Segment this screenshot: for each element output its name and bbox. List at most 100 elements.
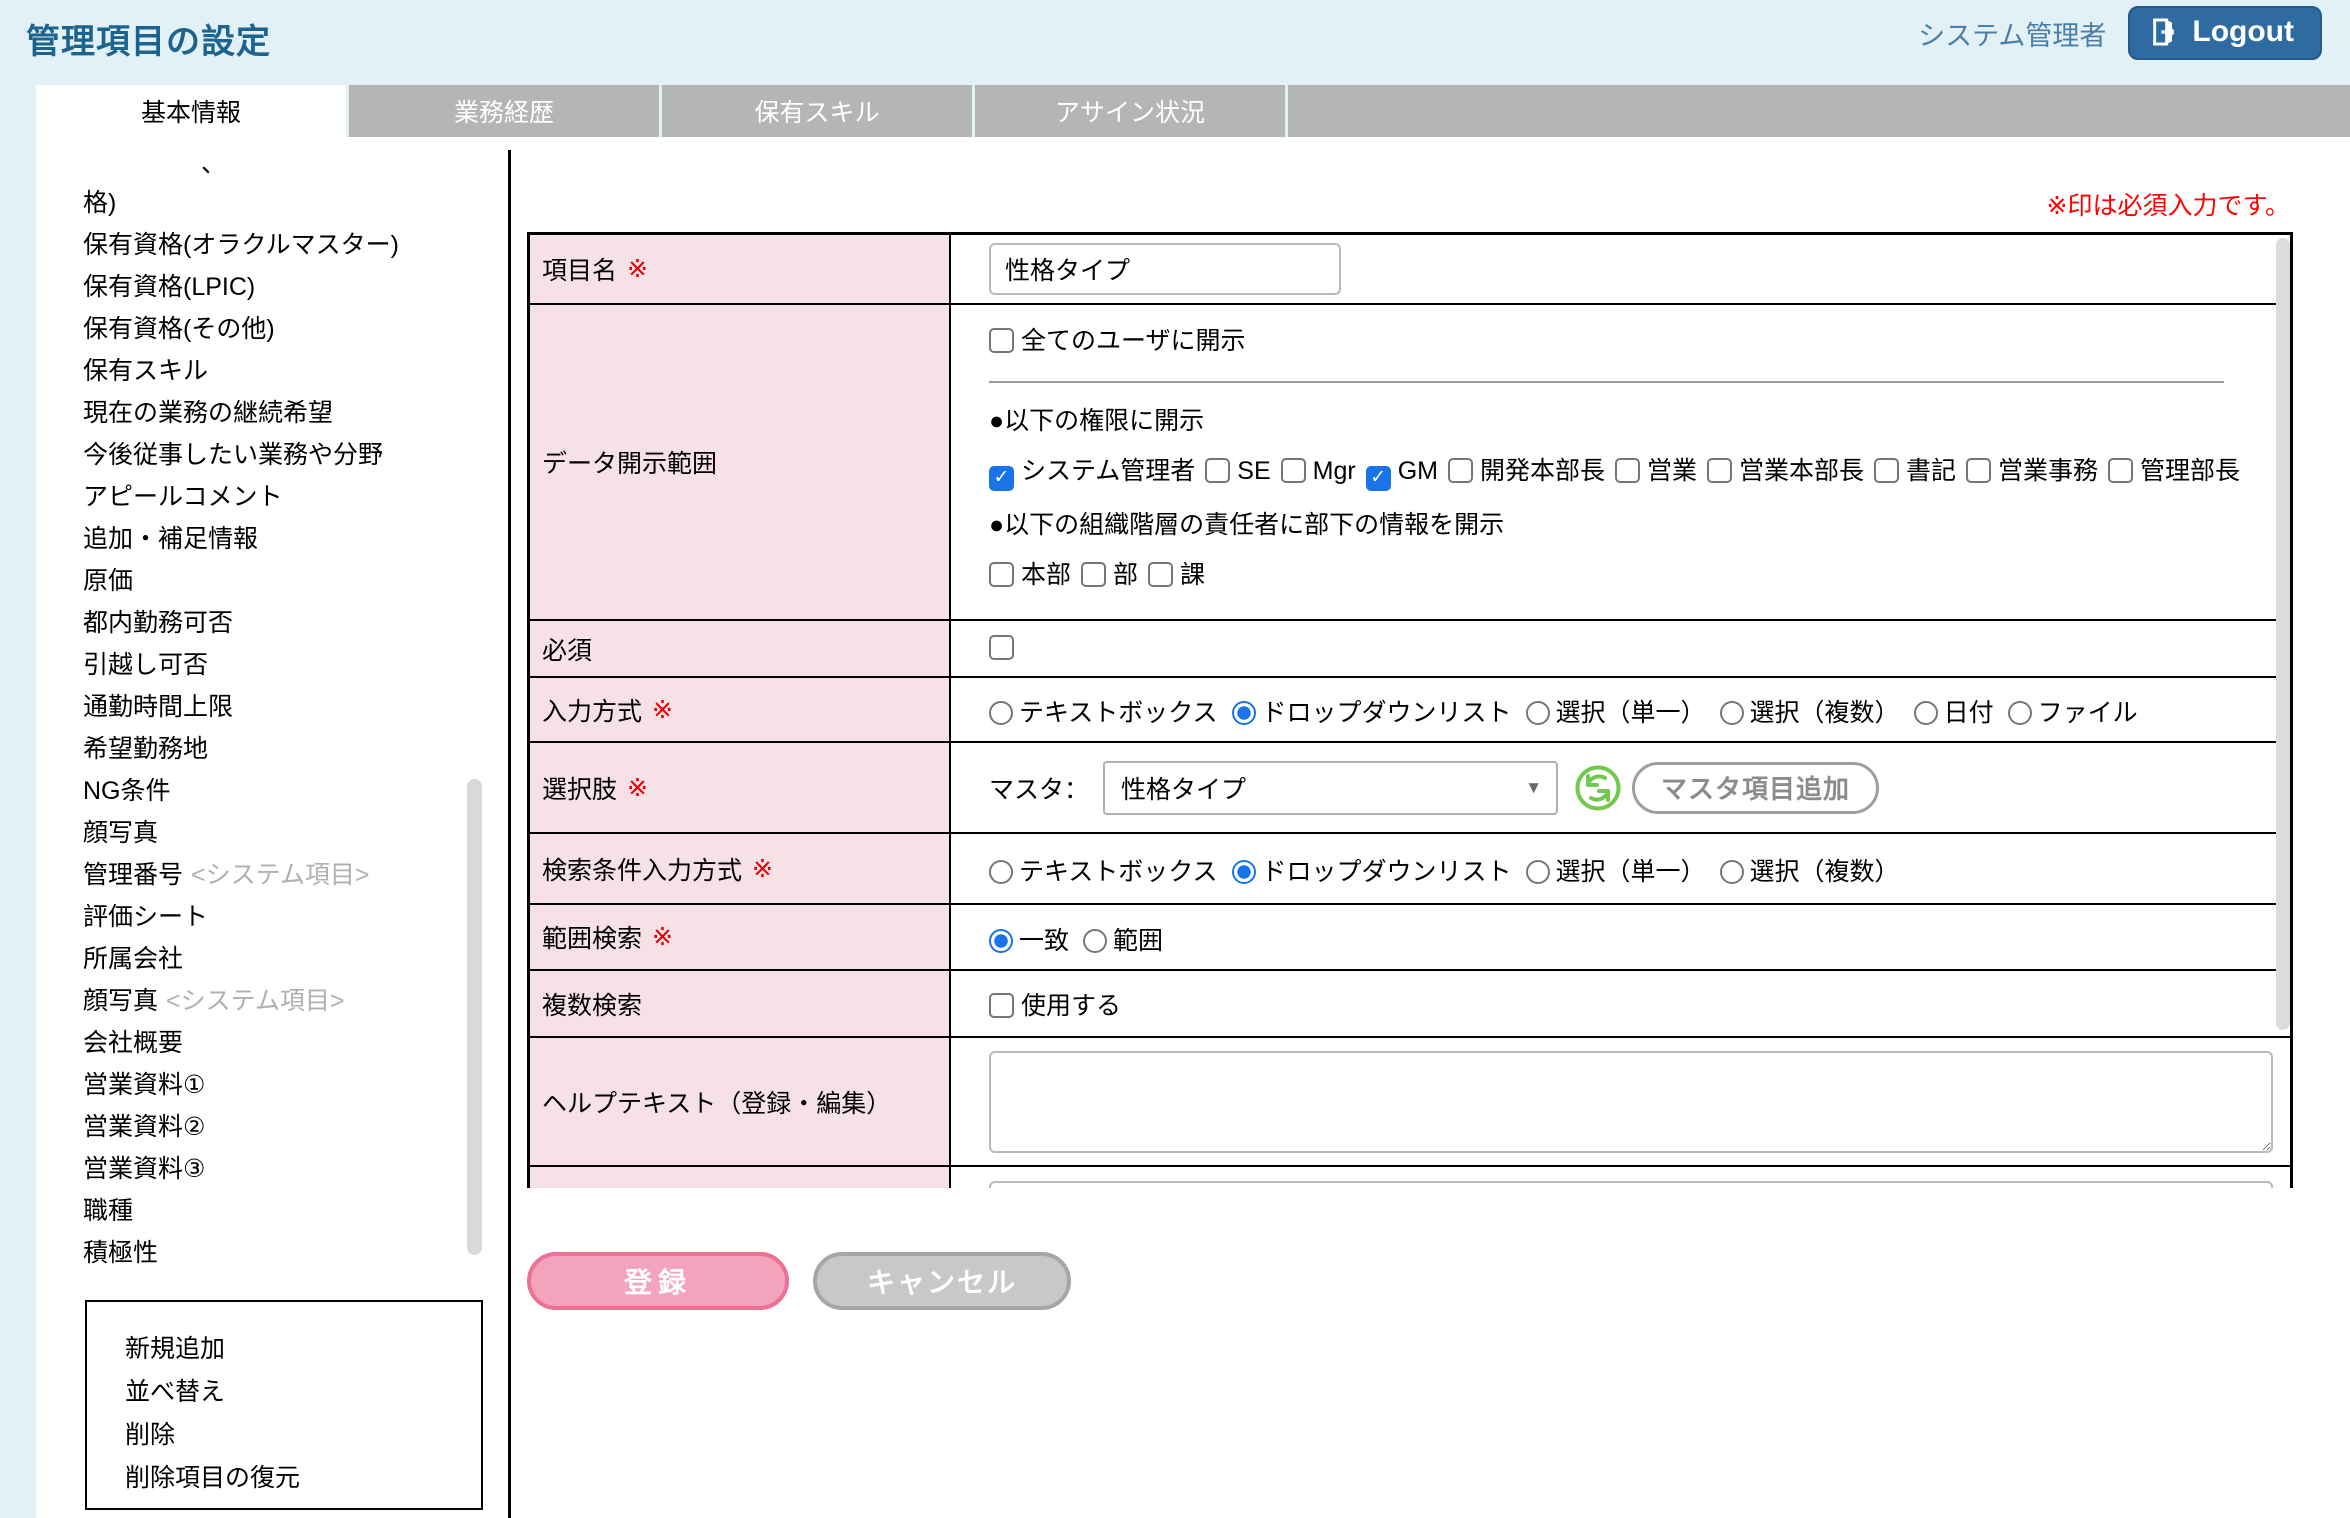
sidebar-item-system-note: <システム項目> [166, 987, 344, 1015]
master-add-button[interactable]: マスタ項目追加 [1632, 762, 1879, 814]
sidebar-item[interactable]: 格) [83, 182, 483, 224]
form-scrollbar-thumb[interactable] [2276, 238, 2290, 1030]
action-link[interactable]: 並べ替え [125, 1371, 481, 1414]
checkbox-label: 営業本部長 [1739, 457, 1864, 485]
item-name-input[interactable] [989, 243, 1341, 295]
sidebar-item[interactable]: 都内勤務可否 [83, 602, 483, 644]
sidebar-item[interactable]: 積極性 [83, 1232, 483, 1274]
sidebar-item[interactable]: 保有資格(オラクルマスター) [83, 224, 483, 266]
radio-option[interactable]: ドロップダウンリスト [1232, 858, 1526, 886]
radio-option[interactable]: ドロップダウンリスト [1232, 699, 1526, 727]
sidebar-item[interactable]: 保有資格(その他) [83, 308, 483, 350]
checkbox-label: 課 [1180, 561, 1205, 589]
radio-icon [1526, 860, 1550, 884]
sidebar-item[interactable]: 顔写真<システム項目> [83, 980, 483, 1022]
checkbox-label: 営業事務 [1998, 457, 2098, 485]
tab-業務経歴[interactable]: 業務経歴 [349, 85, 659, 137]
sidebar-item[interactable]: アピールコメント [83, 476, 483, 518]
sidebar-item[interactable]: 職種 [83, 1190, 483, 1232]
radio-icon [989, 929, 1013, 953]
radio-option[interactable]: 一致 [989, 927, 1083, 955]
checkbox-label: 本部 [1021, 561, 1071, 589]
sidebar-scrollbar-thumb[interactable] [467, 779, 482, 1255]
tab-アサイン状況[interactable]: アサイン状況 [975, 85, 1285, 137]
checkbox-option[interactable]: 営業事務 [1966, 457, 2108, 485]
sidebar-item[interactable]: 引越し可否 [83, 644, 483, 686]
refresh-icon[interactable] [1574, 764, 1622, 812]
checkbox-option[interactable]: ✓システム管理者 [989, 457, 1205, 485]
checkbox-option[interactable]: 管理部長 [2108, 457, 2250, 485]
action-link[interactable]: 削除項目の復元 [125, 1457, 481, 1500]
checkbox-icon [1448, 458, 1473, 483]
radio-option[interactable]: 選択（単一） [1526, 858, 1720, 886]
checkbox-icon [1148, 562, 1173, 587]
radio-option[interactable]: 選択（単一） [1526, 699, 1720, 727]
radio-icon [1914, 701, 1938, 725]
clipped-textarea[interactable] [989, 1181, 2273, 1188]
tab-保有スキル[interactable]: 保有スキル [662, 85, 972, 137]
help-text-textarea[interactable] [989, 1051, 2273, 1153]
multi-search-checkbox[interactable]: 使用する [989, 986, 1131, 1022]
checkbox-option[interactable]: 部 [1081, 561, 1148, 589]
action-link[interactable]: 新規追加 [125, 1328, 481, 1371]
radio-option[interactable]: ファイル [2008, 699, 2152, 727]
input-method-radio-group: テキストボックスドロップダウンリスト 選択（単一） 選択（複数）日付ファイル [951, 678, 2290, 741]
sidebar-item[interactable]: 所属会社 [83, 938, 483, 980]
radio-option[interactable]: テキストボックス [989, 858, 1232, 886]
checkbox-option[interactable]: 開発本部長 [1448, 457, 1615, 485]
row-required: 必須 [530, 619, 2290, 676]
sidebar-item[interactable]: 希望勤務地 [83, 728, 483, 770]
range-search-radio-group: 一致範囲 [951, 905, 2290, 969]
radio-option[interactable]: 日付 [1914, 699, 2008, 727]
sidebar-item[interactable]: 保有スキル [83, 350, 483, 392]
checkbox-option[interactable]: ✓GM [1366, 457, 1448, 485]
required-checkbox[interactable] [989, 634, 1021, 663]
sidebar-item-label: 顔写真 [83, 819, 158, 847]
checkbox-icon [989, 993, 1014, 1018]
sidebar-item[interactable]: 営業資料② [83, 1106, 483, 1148]
radio-icon [1232, 701, 1256, 725]
action-link[interactable]: 削除 [125, 1414, 481, 1457]
checkbox-option[interactable]: SE [1205, 457, 1280, 485]
checkbox-option[interactable]: Mgr [1281, 457, 1366, 485]
sidebar-item[interactable]: 追加・補足情報 [83, 518, 483, 560]
sidebar-item[interactable]: 通勤時間上限 [83, 686, 483, 728]
sidebar-item[interactable]: 今後従事したい業務や分野 [83, 434, 483, 476]
checkbox-icon [1281, 458, 1306, 483]
sidebar-item[interactable]: 管理番号<システム項目> [83, 854, 483, 896]
checkbox-option[interactable]: 営業 [1615, 457, 1707, 485]
sidebar-item[interactable]: 評価シート [83, 896, 483, 938]
sidebar-item[interactable]: 顔写真 [83, 812, 483, 854]
sidebar-item[interactable]: 営業資料① [83, 1064, 483, 1106]
checkbox-icon [1081, 562, 1106, 587]
submit-button[interactable]: 登録 [527, 1252, 789, 1310]
role-checkbox-group: ✓システム管理者SE Mgr ✓GM開発本部長営業 営業本部長書記 営業事務管理部長 [989, 451, 2254, 491]
radio-option[interactable]: テキストボックス [989, 699, 1232, 727]
all-users-checkbox[interactable]: 全てのユーザに開示 [989, 327, 1256, 355]
sidebar-item[interactable]: 現在の業務の継続希望 [83, 392, 483, 434]
sidebar-item[interactable]: NG条件 [83, 770, 483, 812]
checkbox-label: Mgr [1313, 457, 1356, 485]
sidebar-item[interactable]: 原価 [83, 560, 483, 602]
sidebar-item[interactable]: 保有資格(LPIC) [83, 266, 483, 308]
sidebar-item-label: 引越し可否 [83, 651, 208, 679]
sidebar-item[interactable]: 会社概要 [83, 1022, 483, 1064]
radio-label: 選択（単一） [1556, 699, 1706, 727]
master-select[interactable]: 性格タイプ ▼ [1103, 761, 1558, 815]
checkbox-option[interactable]: 課 [1148, 561, 1215, 589]
sidebar-item[interactable]: 営業資料③ [83, 1148, 483, 1190]
radio-icon [2008, 701, 2032, 725]
tab-基本情報[interactable]: 基本情報 [36, 85, 346, 137]
sidebar-item-label: 評価シート [83, 903, 208, 931]
checkbox-option[interactable]: 本部 [989, 561, 1081, 589]
cancel-button[interactable]: キャンセル [813, 1252, 1071, 1310]
label-text: 入力方式 [542, 692, 642, 728]
logout-button[interactable]: Logout [2128, 6, 2322, 60]
radio-option[interactable]: 選択（複数） [1720, 699, 1914, 727]
checkbox-option[interactable]: 書記 [1874, 457, 1966, 485]
checkbox-option[interactable]: 営業本部長 [1707, 457, 1874, 485]
radio-option[interactable]: 範囲 [1083, 927, 1177, 955]
sidebar-item-label: 会社概要 [83, 1029, 183, 1057]
radio-option[interactable]: 選択（複数） [1720, 858, 1914, 886]
sidebar-item-label: 保有資格(その他) [83, 315, 275, 343]
